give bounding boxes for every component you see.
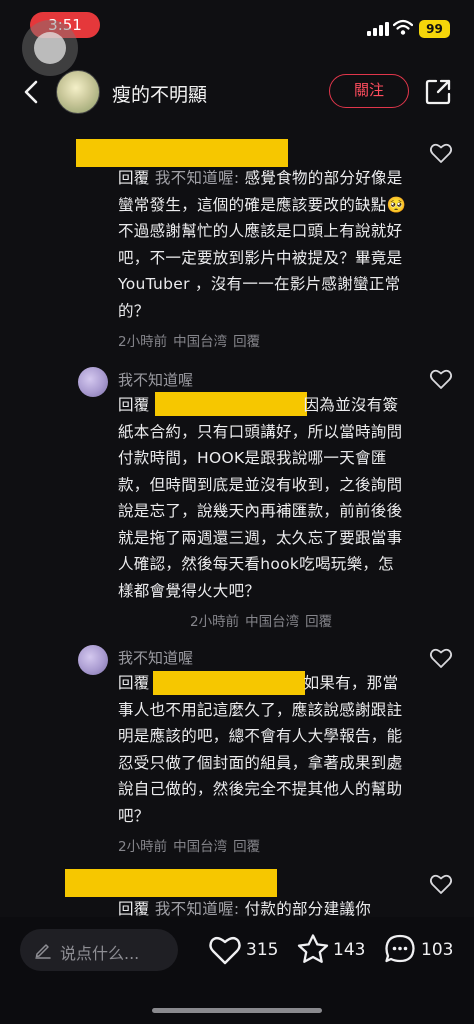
- signal-icon: [367, 22, 389, 36]
- comment-like-heart-icon[interactable]: [429, 368, 453, 390]
- comment-text: 回覆 我不知道喔: 感覺食物的部分好像是蠻常發生，這個的確是應該要改的缺點🥺 不…: [118, 169, 407, 320]
- comment-input-placeholder[interactable]: 说点什么...: [60, 940, 139, 964]
- commenter-name[interactable]: 我不知道喔: [118, 369, 193, 390]
- home-indicator[interactable]: [152, 1008, 322, 1013]
- redacted-username: [65, 869, 277, 897]
- comment-like-heart-icon[interactable]: [429, 142, 453, 164]
- reply-link[interactable]: 回覆: [233, 334, 260, 350]
- reply-link[interactable]: 回覆: [305, 614, 332, 630]
- comment-like-heart-icon[interactable]: [429, 647, 453, 669]
- author-avatar[interactable]: [56, 70, 100, 114]
- assistive-touch-button[interactable]: [22, 20, 78, 76]
- commenter-name[interactable]: 我不知道喔: [118, 647, 193, 668]
- redacted-username: [76, 139, 288, 167]
- comment-meta: 2小時前 中国台湾 回覆: [190, 614, 333, 630]
- comment-meta: 2小時前 中国台湾 回覆: [118, 334, 261, 350]
- comment-meta: 2小時前 中国台湾 回覆: [118, 839, 261, 855]
- share-icon[interactable]: [424, 78, 452, 106]
- commenter-avatar[interactable]: [78, 645, 108, 675]
- favorite-count: 143: [333, 940, 366, 960]
- wifi-icon: [393, 19, 413, 35]
- follow-button[interactable]: 關注: [329, 74, 409, 108]
- author-name[interactable]: 瘦的不明顯: [112, 80, 207, 107]
- like-count: 315: [246, 940, 279, 960]
- comment-like-heart-icon[interactable]: [429, 873, 453, 895]
- pencil-icon: [35, 944, 51, 959]
- comment-bubble-icon[interactable]: [383, 933, 417, 965]
- comment-count: 103: [421, 940, 454, 960]
- reply-link[interactable]: 回覆: [233, 839, 260, 855]
- comment-text: 回覆 因為並沒有簽紙本合約，只有口頭講好，所以當時詢問付款時間，HOOK是跟我說哪…: [118, 396, 403, 600]
- battery-indicator: 99: [419, 20, 450, 38]
- comment-text: 回覆 如果有，那當事人也不用記這麼久了，應該說感謝跟註明是應該的吧，總不會有人大學…: [118, 674, 403, 825]
- like-heart-icon[interactable]: [208, 934, 242, 966]
- commenter-avatar[interactable]: [78, 367, 108, 397]
- back-arrow-icon[interactable]: [18, 76, 46, 108]
- favorite-star-icon[interactable]: [296, 933, 330, 965]
